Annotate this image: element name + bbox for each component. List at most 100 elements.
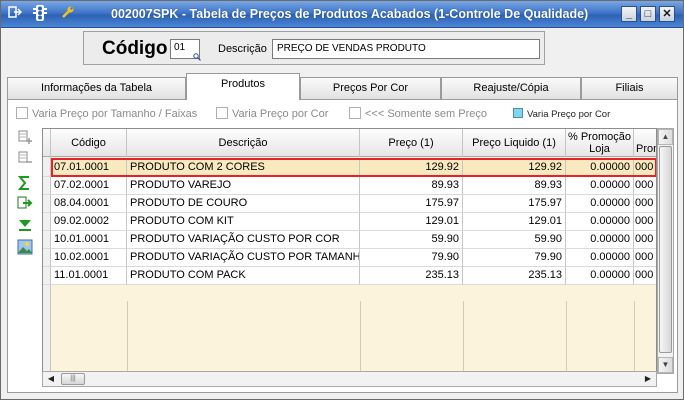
- tab-reajuste-copia[interactable]: Reajuste/Cópia: [441, 77, 581, 99]
- column-divider: [127, 301, 128, 373]
- cell-preco[interactable]: 235.13: [360, 267, 463, 285]
- header-indicator: [43, 129, 51, 157]
- exit-icon[interactable]: [6, 5, 24, 23]
- cell-preco[interactable]: 89.93: [360, 177, 463, 195]
- header-promocao-loja[interactable]: % Promoção Loja: [566, 129, 634, 157]
- search-icon[interactable]: [193, 52, 201, 61]
- cell-liquido[interactable]: 129.01: [463, 213, 566, 231]
- sum-icon[interactable]: [16, 175, 34, 191]
- cell-promo[interactable]: 0.00000: [566, 177, 634, 195]
- header-descricao[interactable]: Descrição: [127, 129, 360, 157]
- cell-descricao[interactable]: PRODUTO VARIAÇÃO CUSTO POR TAMANHO: [127, 249, 360, 267]
- row-indicator[interactable]: [43, 231, 51, 249]
- desc-label: Descrição: [218, 43, 267, 55]
- header-preco[interactable]: Preço (1): [360, 129, 463, 157]
- header-preco-liquido[interactable]: Preço Liquido (1): [463, 129, 566, 157]
- cell-descricao[interactable]: PRODUTO DE COURO: [127, 195, 360, 213]
- vertical-scroll-thumb[interactable]: [659, 146, 672, 353]
- cell-promo2[interactable]: 000: [634, 213, 656, 231]
- cell-promo2[interactable]: 000: [634, 231, 656, 249]
- cell-preco[interactable]: 59.90: [360, 231, 463, 249]
- cell-promo[interactable]: 0.00000: [566, 267, 634, 285]
- cell-liquido[interactable]: 235.13: [463, 267, 566, 285]
- cell-promo2[interactable]: 000: [634, 195, 656, 213]
- row-indicator[interactable]: [43, 195, 51, 213]
- cell-liquido[interactable]: 175.97: [463, 195, 566, 213]
- scroll-right-icon[interactable]: ▶: [640, 372, 656, 386]
- cell-promo[interactable]: 0.00000: [566, 249, 634, 267]
- cell-descricao[interactable]: PRODUTO COM 2 CORES: [127, 159, 360, 177]
- table-row[interactable]: 07.02.0001 PRODUTO VAREJO 89.93 89.93 0.0000…: [43, 177, 656, 195]
- scroll-up-icon[interactable]: ▲: [658, 129, 673, 145]
- tab-precos-por-cor[interactable]: Preços Por Cor: [300, 77, 441, 99]
- row-indicator[interactable]: [43, 159, 51, 177]
- cell-liquido[interactable]: 59.90: [463, 231, 566, 249]
- table-row[interactable]: 10.02.0001 PRODUTO VARIAÇÃO CUSTO POR TAM…: [43, 249, 656, 267]
- table-row[interactable]: 10.01.0001 PRODUTO VARIAÇÃO CUSTO POR COR…: [43, 231, 656, 249]
- tab-filiais[interactable]: Filiais: [581, 77, 678, 99]
- cell-preco[interactable]: 129.01: [360, 213, 463, 231]
- header-codigo[interactable]: Código: [51, 129, 127, 157]
- maximize-button[interactable]: □: [640, 6, 656, 22]
- cell-codigo[interactable]: 10.02.0001: [51, 249, 127, 267]
- cell-descricao[interactable]: PRODUTO COM KIT: [127, 213, 360, 231]
- move-down-icon[interactable]: [16, 217, 34, 233]
- table-row[interactable]: 11.01.0001 PRODUTO COM PACK 235.13 235.13 0.…: [43, 267, 656, 285]
- traffic-light-icon[interactable]: [31, 5, 49, 23]
- wrench-icon[interactable]: [59, 5, 77, 23]
- scroll-down-icon[interactable]: ▼: [658, 357, 673, 373]
- cell-promo2[interactable]: 000: [634, 249, 656, 267]
- cell-liquido[interactable]: 89.93: [463, 177, 566, 195]
- cell-codigo[interactable]: 11.01.0001: [51, 267, 127, 285]
- cell-preco[interactable]: 79.90: [360, 249, 463, 267]
- cell-codigo[interactable]: 10.01.0001: [51, 231, 127, 249]
- option-somente-sem-preco[interactable]: <<< Somente sem Preço: [349, 107, 487, 121]
- cell-promo[interactable]: 0.00000: [566, 213, 634, 231]
- row-indicator[interactable]: [43, 213, 51, 231]
- table-row[interactable]: 08.04.0001 PRODUTO DE COURO 175.97 175.97 0.…: [43, 195, 656, 213]
- remove-row-icon[interactable]: [16, 150, 34, 166]
- minimize-button[interactable]: _: [621, 6, 637, 22]
- cell-descricao[interactable]: PRODUTO VARIAÇÃO CUSTO POR COR: [127, 231, 360, 249]
- horizontal-scroll-thumb[interactable]: |||: [61, 373, 85, 385]
- horizontal-scrollbar[interactable]: ◀ ||| ▶: [42, 371, 657, 387]
- cell-descricao[interactable]: PRODUTO COM PACK: [127, 267, 360, 285]
- cell-preco[interactable]: 175.97: [360, 195, 463, 213]
- export-icon[interactable]: [16, 195, 34, 211]
- window-title: 002007SPK - Tabela de Preços de Produtos…: [111, 7, 589, 21]
- cell-codigo[interactable]: 07.02.0001: [51, 177, 127, 195]
- grid-header: Código Descrição Preço (1) Preço Liquido…: [43, 129, 656, 157]
- varia-cor-checkbox[interactable]: [216, 107, 228, 119]
- tab-produtos[interactable]: Produtos: [186, 73, 300, 100]
- cell-promo[interactable]: 0.00000: [566, 195, 634, 213]
- close-button[interactable]: ✕: [659, 6, 675, 22]
- cell-codigo[interactable]: 07.01.0001: [51, 159, 127, 177]
- cell-promo2[interactable]: 000: [634, 267, 656, 285]
- add-row-icon[interactable]: [16, 129, 34, 145]
- image-icon[interactable]: [16, 239, 34, 255]
- cell-promo2[interactable]: 000: [634, 177, 656, 195]
- somente-sem-preco-checkbox[interactable]: [349, 107, 361, 119]
- varia-tamanho-checkbox[interactable]: [16, 107, 28, 119]
- cell-codigo[interactable]: 09.02.0002: [51, 213, 127, 231]
- row-indicator[interactable]: [43, 249, 51, 267]
- cell-promo[interactable]: 0.00000: [566, 231, 634, 249]
- table-row[interactable]: 07.01.0001 PRODUTO COM 2 CORES 129.92 129.9…: [43, 159, 656, 177]
- desc-input[interactable]: PREÇO DE VENDAS PRODUTO: [272, 39, 540, 59]
- cell-promo2[interactable]: 000: [634, 159, 656, 177]
- row-indicator[interactable]: [43, 177, 51, 195]
- cell-descricao[interactable]: PRODUTO VAREJO: [127, 177, 360, 195]
- option-varia-tamanho[interactable]: Varia Preço por Tamanho / Faixas: [16, 107, 197, 121]
- cell-codigo[interactable]: 08.04.0001: [51, 195, 127, 213]
- cell-liquido[interactable]: 129.92: [463, 159, 566, 177]
- cell-promo[interactable]: 0.00000: [566, 159, 634, 177]
- tab-informacoes[interactable]: Informações da Tabela: [7, 77, 186, 99]
- option-varia-cor[interactable]: Varia Preço por Cor: [216, 107, 328, 121]
- row-indicator[interactable]: [43, 267, 51, 285]
- header-promocao[interactable]: % Promoção: [634, 129, 656, 157]
- scroll-left-icon[interactable]: ◀: [43, 372, 59, 386]
- vertical-scrollbar[interactable]: ▲ ▼: [657, 128, 674, 374]
- cell-liquido[interactable]: 79.90: [463, 249, 566, 267]
- cell-preco[interactable]: 129.92: [360, 159, 463, 177]
- table-row[interactable]: 09.02.0002 PRODUTO COM KIT 129.01 129.01 0.0…: [43, 213, 656, 231]
